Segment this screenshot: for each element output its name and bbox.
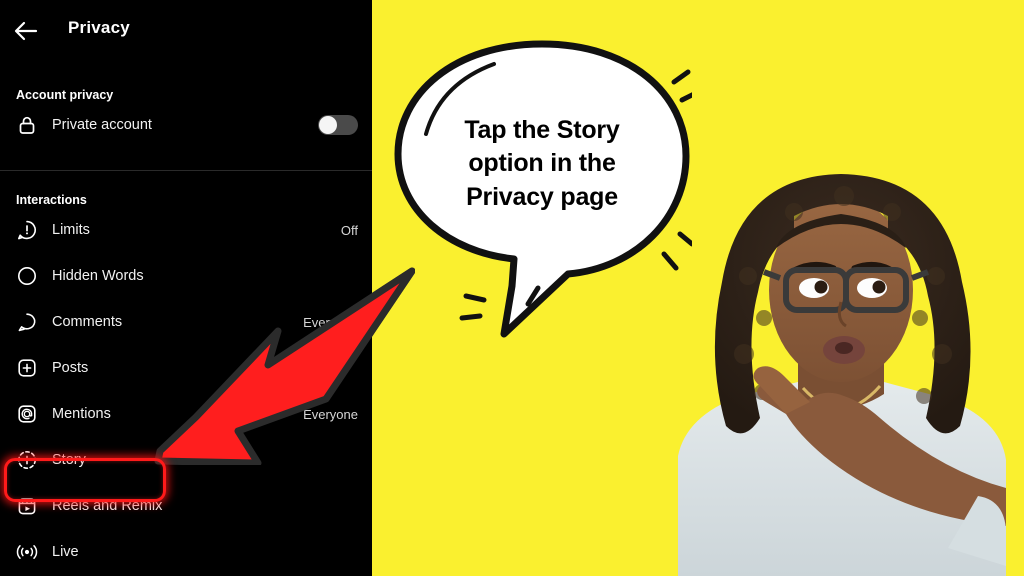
screenshot-root: Tap the Story option in the Privacy page… [0, 0, 1024, 576]
row-label: Mentions [52, 406, 111, 422]
callout-line-3: Privacy page [466, 182, 618, 211]
hidden-words-icon [16, 265, 38, 287]
row-label: Comments [52, 314, 123, 330]
row-limits[interactable]: Limits Off [0, 207, 372, 253]
callout-text: Tap the Story option in the Privacy page [422, 114, 662, 214]
speech-bubble: Tap the Story option in the Privacy page [392, 38, 697, 338]
row-label: Limits [52, 222, 90, 238]
section-label-account-privacy: Account privacy [16, 88, 114, 102]
callout-line-1: Tap the Story [464, 116, 620, 144]
row-reels-and-remix[interactable]: Reels and Remix [0, 483, 372, 529]
callout-line-2: option in the [468, 149, 616, 178]
page-title: Privacy [68, 18, 130, 37]
row-label: Story [52, 452, 86, 468]
row-private-account[interactable]: Private account [0, 102, 372, 148]
section-divider [0, 170, 372, 171]
mentions-icon [16, 403, 38, 425]
live-icon [16, 541, 38, 563]
red-arrow-overlay [150, 265, 416, 467]
row-label: Reels and Remix [52, 498, 163, 514]
limits-icon [16, 219, 38, 241]
row-label: Posts [52, 360, 89, 376]
private-account-toggle[interactable] [318, 115, 358, 135]
row-value: Off [340, 222, 358, 238]
comment-icon [16, 311, 38, 333]
back-arrow-icon[interactable] [12, 18, 40, 44]
toggle-knob [319, 116, 337, 134]
reels-icon [16, 495, 38, 517]
row-label: Live [52, 544, 79, 560]
row-live[interactable]: Live [0, 529, 372, 575]
story-icon [16, 449, 38, 471]
section-label-interactions: Interactions [16, 193, 87, 207]
row-label: Private account [52, 117, 152, 133]
posts-icon [16, 357, 38, 379]
presenter-photo [648, 96, 1024, 576]
app-header: Privacy [0, 0, 372, 62]
row-label: Hidden Words [52, 268, 144, 284]
lock-icon [16, 114, 38, 136]
